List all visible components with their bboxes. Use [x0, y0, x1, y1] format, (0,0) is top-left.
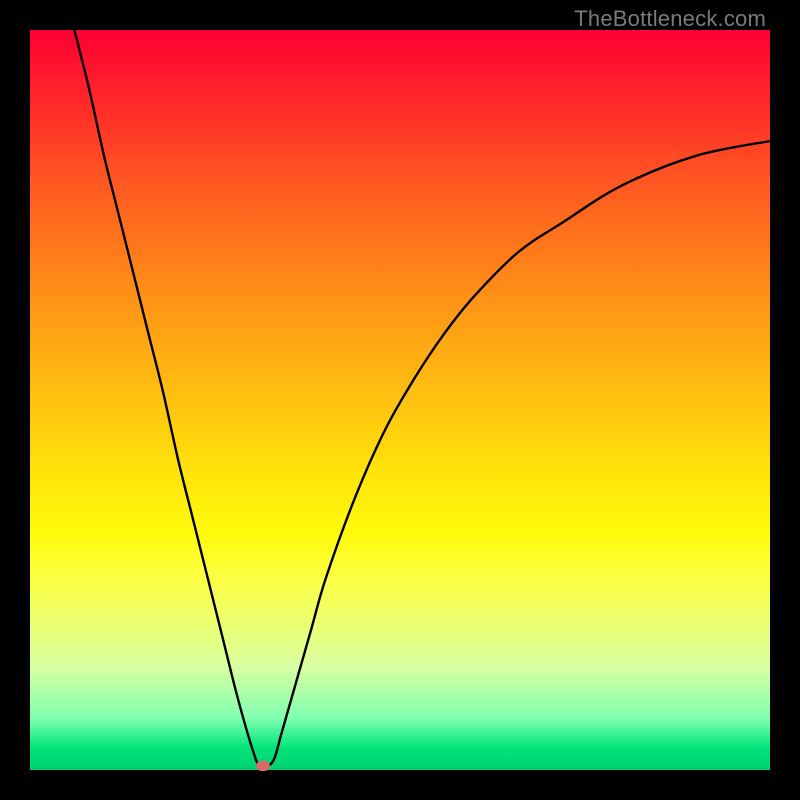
curve-svg	[30, 30, 770, 770]
watermark-text: TheBottleneck.com	[574, 6, 766, 32]
minimum-marker	[256, 761, 270, 771]
bottleneck-curve	[74, 30, 770, 768]
chart-frame: TheBottleneck.com	[0, 0, 800, 800]
plot-area	[30, 30, 770, 770]
